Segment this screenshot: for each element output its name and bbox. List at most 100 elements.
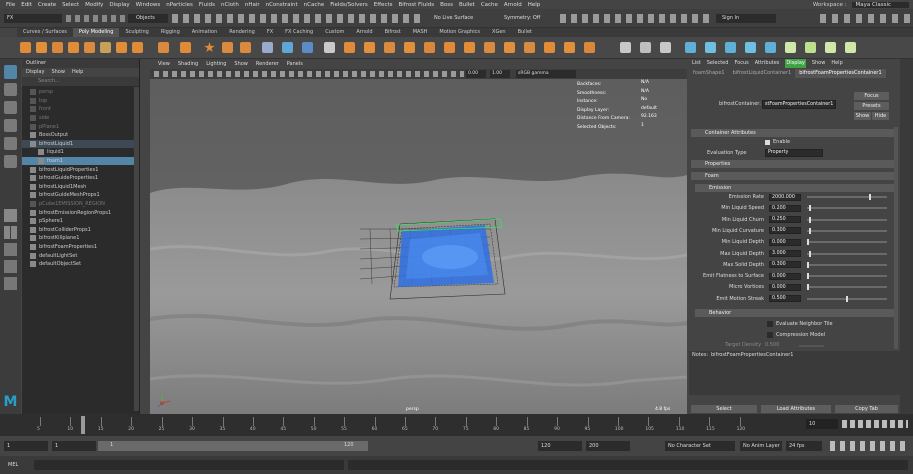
- live-surface-field[interactable]: No Live Surface: [424, 14, 494, 23]
- smooth-icon[interactable]: [302, 42, 313, 53]
- outliner-item[interactable]: bifrostColliderProps1: [22, 226, 139, 235]
- attribute-value-field[interactable]: 0.000: [769, 272, 801, 280]
- menu-item[interactable]: Effects: [374, 2, 393, 8]
- layout-icon-a[interactable]: [4, 243, 17, 256]
- section-behavior[interactable]: Behavior: [695, 309, 898, 317]
- outliner-item[interactable]: bifrostLiquidProperties1: [22, 165, 139, 174]
- compression-checkbox[interactable]: [767, 332, 773, 338]
- slider-thumb[interactable]: [807, 273, 809, 280]
- outliner-menu-item[interactable]: Display: [26, 68, 44, 77]
- outliner-item[interactable]: bifrostKillplane1: [22, 234, 139, 243]
- outliner-item[interactable]: pPlane1: [22, 122, 139, 131]
- viewport-menu-item[interactable]: Panels: [287, 61, 303, 67]
- shelf-tab[interactable]: Motion Graphics: [433, 28, 486, 37]
- menu-item[interactable]: Arnold: [504, 2, 522, 8]
- attribute-value-field[interactable]: 3.000: [769, 250, 801, 257]
- shelf-tab[interactable]: Rigging: [155, 28, 186, 37]
- outliner-item[interactable]: front: [22, 105, 139, 114]
- file-icons[interactable]: [66, 15, 126, 22]
- section-foam[interactable]: Foam: [691, 172, 898, 180]
- menu-item[interactable]: nParticles: [166, 2, 193, 8]
- viewport-menu-item[interactable]: Show: [234, 61, 248, 67]
- attribute-slider[interactable]: [807, 196, 887, 198]
- anim-layer-dropdown[interactable]: No Anim Layer: [740, 441, 782, 451]
- bevel-icon[interactable]: [384, 42, 395, 53]
- outliner-item[interactable]: bifrostGuideMeshProps1: [22, 191, 139, 200]
- script-language-label[interactable]: MEL: [4, 460, 32, 470]
- poly-sphere-icon[interactable]: [20, 42, 31, 53]
- show-button[interactable]: Show: [854, 112, 871, 120]
- outliner-item[interactable]: bifrostLiquid1Mesh: [22, 183, 139, 192]
- spherical-mapping-icon[interactable]: [745, 42, 756, 53]
- section-container-attributes[interactable]: Container Attributes: [691, 129, 898, 137]
- outliner-item[interactable]: top: [22, 97, 139, 106]
- enable-checkbox[interactable]: [765, 140, 770, 145]
- shelf-tab[interactable]: Bifrost: [379, 28, 407, 37]
- ae-menu-item[interactable]: Attributes: [755, 59, 780, 68]
- poly-disc-icon[interactable]: [116, 42, 127, 53]
- menu-item[interactable]: Bifrost Fluids: [399, 2, 435, 8]
- attribute-value-field[interactable]: 0.200: [769, 204, 801, 212]
- menu-item[interactable]: Edit: [21, 2, 32, 8]
- menu-item[interactable]: Display: [109, 2, 129, 8]
- snap-toggle-icons[interactable]: [172, 14, 422, 23]
- outliner-item[interactable]: defaultObjectSet: [22, 260, 139, 269]
- slider-thumb[interactable]: [807, 261, 809, 268]
- attribute-slider[interactable]: [807, 207, 887, 210]
- select-button[interactable]: Select: [691, 405, 757, 413]
- svg-icon[interactable]: [240, 42, 251, 53]
- poly-cube-icon[interactable]: [36, 42, 47, 53]
- scene-start-field[interactable]: 1: [4, 441, 48, 451]
- outliner-scrollbar[interactable]: [134, 87, 139, 411]
- attribute-slider[interactable]: [807, 229, 887, 232]
- slider-thumb[interactable]: [809, 250, 812, 257]
- sign-in-button[interactable]: Sign In: [716, 14, 776, 23]
- attribute-slider[interactable]: [807, 241, 887, 244]
- rotate-tool-icon[interactable]: [4, 137, 17, 150]
- load-attributes-button[interactable]: Load Attributes: [761, 405, 831, 413]
- container-field[interactable]: stFoamPropertiesContainer1: [762, 100, 836, 109]
- outliner-item[interactable]: defaultLightSet: [22, 251, 139, 260]
- playback-controls[interactable]: [842, 420, 908, 428]
- extrude-icon[interactable]: [344, 42, 355, 53]
- copy-tab-button[interactable]: Copy Tab: [835, 405, 898, 413]
- outliner-item[interactable]: liquid1: [22, 148, 139, 157]
- outliner-item[interactable]: BossOutput: [22, 131, 139, 140]
- scene-end-field[interactable]: 200: [586, 441, 630, 451]
- menu-item[interactable]: nCloth: [221, 2, 239, 8]
- attribute-slider[interactable]: [807, 286, 887, 289]
- menu-item[interactable]: Select: [62, 2, 79, 8]
- evaluate-neighbor-checkbox[interactable]: [767, 321, 773, 327]
- attribute-slider[interactable]: [807, 275, 887, 278]
- delete-edge-icon[interactable]: [544, 42, 555, 53]
- poke-icon[interactable]: [444, 42, 455, 53]
- outliner-menu-item[interactable]: Show: [51, 68, 65, 77]
- section-properties[interactable]: Properties: [691, 160, 898, 168]
- move-tool-icon[interactable]: [4, 119, 17, 132]
- wedge-icon[interactable]: [464, 42, 475, 53]
- command-input[interactable]: [34, 460, 344, 470]
- character-set-dropdown[interactable]: No Character Set: [665, 441, 735, 451]
- attribute-slider[interactable]: [807, 263, 887, 266]
- menu-item[interactable]: Fields/Solvers: [330, 2, 368, 8]
- quad-draw-icon[interactable]: [660, 42, 671, 53]
- shelf-tab[interactable]: Sculpting: [119, 28, 154, 37]
- menu-item[interactable]: Fluids: [199, 2, 215, 8]
- poly-cone-icon[interactable]: [68, 42, 79, 53]
- gamma-field[interactable]: 1.00: [490, 70, 510, 78]
- playback-end-field[interactable]: 120: [538, 441, 582, 451]
- reduce-icon[interactable]: [584, 42, 595, 53]
- ae-tab[interactable]: bifrostLiquidContainer1: [729, 69, 796, 78]
- right-side-tabs[interactable]: [900, 59, 913, 414]
- chamfer-icon[interactable]: [564, 42, 575, 53]
- shelf-tab[interactable]: XGen: [486, 28, 512, 37]
- sew-uv-icon[interactable]: [845, 42, 856, 53]
- paint-select-icon[interactable]: [4, 101, 17, 114]
- selection-mode-dropdown[interactable]: Objects: [128, 14, 168, 23]
- shelf-tab[interactable]: Animation: [186, 28, 224, 37]
- planar-mapping-icon[interactable]: [705, 42, 716, 53]
- ae-scrollbar[interactable]: [894, 127, 898, 349]
- menu-item[interactable]: Boss: [440, 2, 453, 8]
- attribute-value-field[interactable]: 0.000: [769, 238, 801, 246]
- slider-thumb[interactable]: [869, 194, 872, 200]
